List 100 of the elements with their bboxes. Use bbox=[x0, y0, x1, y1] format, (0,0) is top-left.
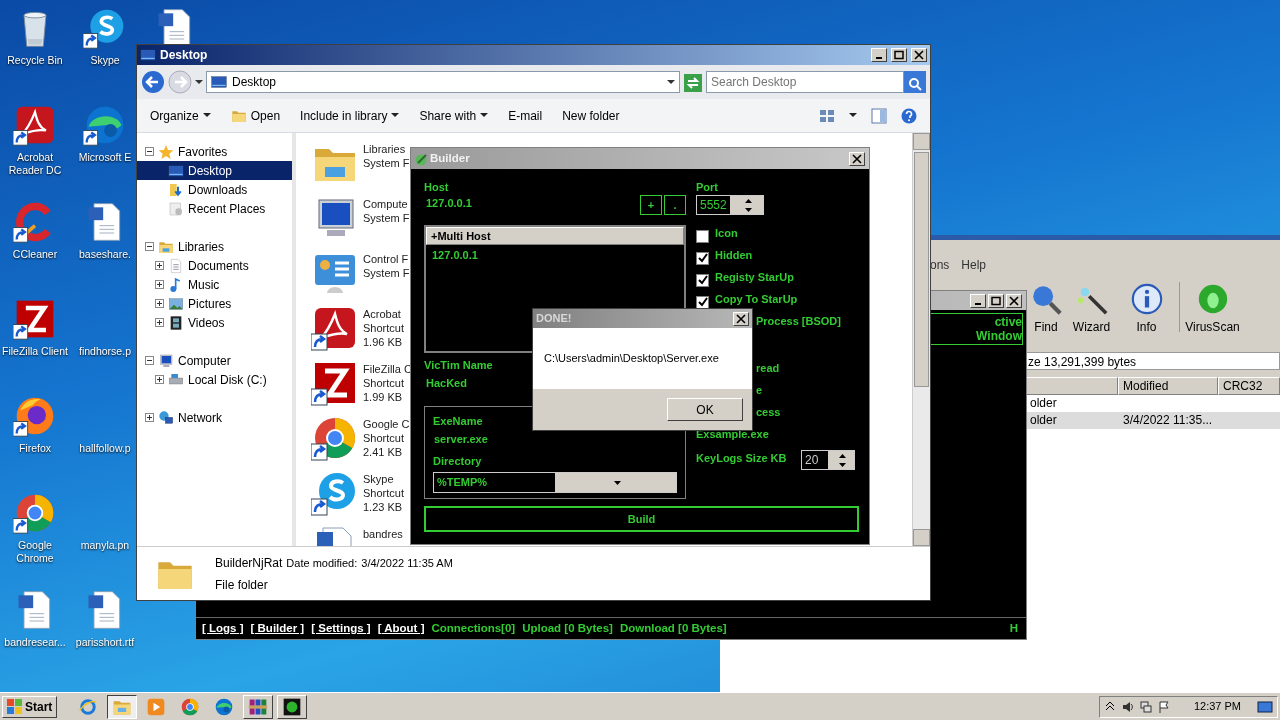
tray-button[interactable] bbox=[1121, 700, 1134, 713]
nav-link[interactable]: [ About ] bbox=[377, 619, 425, 638]
caret-icon bbox=[849, 113, 857, 118]
search-field[interactable]: Search Desktop bbox=[706, 71, 904, 93]
checkbox[interactable] bbox=[696, 295, 709, 309]
monitor-icon bbox=[1257, 699, 1273, 714]
caret-icon bbox=[667, 79, 675, 85]
checkbox[interactable] bbox=[696, 273, 709, 287]
column-header[interactable]: Modified bbox=[1118, 377, 1218, 395]
tree-item[interactable]: Desktop bbox=[137, 161, 292, 180]
option-label: Icon bbox=[715, 226, 738, 241]
file-name[interactable]: Compute System F bbox=[363, 194, 410, 249]
close-button[interactable] bbox=[911, 48, 927, 62]
file-name[interactable]: Google C Shortcut 2.41 KB bbox=[363, 414, 410, 469]
expand-icon[interactable] bbox=[155, 280, 164, 289]
maximize-button[interactable] bbox=[988, 293, 1004, 308]
toolbar-button[interactable]: Share with bbox=[414, 104, 494, 127]
close-button[interactable] bbox=[733, 311, 749, 326]
tree-item[interactable]: Documents bbox=[137, 256, 292, 275]
maximize-icon bbox=[893, 50, 905, 60]
host-button[interactable]: + bbox=[640, 195, 662, 215]
collapse-icon[interactable] bbox=[145, 242, 154, 251]
nav-link[interactable]: [ Builder ] bbox=[250, 619, 305, 638]
status-text: Download [0 Bytes] bbox=[619, 620, 727, 636]
toolbar-button[interactable]: Organize bbox=[145, 104, 216, 127]
down-arrow-icon[interactable] bbox=[839, 462, 846, 467]
tree-item[interactable]: Favorites bbox=[137, 142, 292, 161]
column-header[interactable]: CRC32 bbox=[1218, 377, 1280, 395]
minimize-button[interactable] bbox=[970, 293, 986, 308]
collapse-icon[interactable] bbox=[145, 147, 154, 156]
keylog-size-spinbox[interactable]: 20 bbox=[801, 450, 855, 470]
toolbar-button[interactable]: New folder bbox=[557, 104, 625, 127]
up-arrow-icon[interactable] bbox=[839, 453, 846, 458]
tree-item[interactable]: Pictures bbox=[137, 294, 292, 313]
tree-item[interactable]: Downloads bbox=[137, 180, 292, 199]
collapse-icon[interactable] bbox=[145, 356, 154, 365]
minimize-icon bbox=[876, 57, 882, 59]
toolbar-button[interactable]: Info bbox=[1119, 282, 1174, 336]
close-button[interactable] bbox=[849, 151, 865, 166]
ok-button[interactable]: OK bbox=[667, 398, 743, 421]
expand-icon[interactable] bbox=[145, 413, 154, 422]
file-name[interactable]: Acrobat Shortcut 1.96 KB bbox=[363, 304, 404, 359]
toolbar-button[interactable]: E-mail bbox=[503, 104, 548, 127]
menu-item[interactable]: ons bbox=[930, 256, 950, 278]
tree-item[interactable]: Network bbox=[137, 408, 292, 427]
scrollbar[interactable] bbox=[912, 133, 930, 546]
tray-button[interactable] bbox=[1157, 700, 1170, 713]
toolbar-button[interactable]: Open bbox=[225, 104, 286, 127]
documents-icon bbox=[168, 257, 184, 274]
search-button[interactable] bbox=[904, 71, 926, 93]
expand-icon[interactable] bbox=[155, 375, 164, 384]
tree-item[interactable]: Computer bbox=[137, 351, 292, 370]
address-bar[interactable]: Desktop bbox=[206, 71, 680, 93]
field-label: KeyLogs Size KB bbox=[696, 451, 787, 466]
checkbox[interactable] bbox=[696, 229, 709, 243]
option-label: e bbox=[756, 383, 763, 398]
minimize-button[interactable] bbox=[871, 48, 887, 62]
start-button[interactable]: Start bbox=[2, 695, 58, 718]
file-name[interactable]: Control F System F bbox=[363, 249, 410, 304]
tree-item[interactable]: Recent Places bbox=[137, 199, 292, 218]
close-button[interactable] bbox=[1006, 293, 1022, 308]
expand-icon[interactable] bbox=[155, 318, 164, 327]
nav-link[interactable]: [ Settings ] bbox=[311, 619, 371, 638]
maximize-button[interactable] bbox=[891, 48, 907, 62]
list-row[interactable]: 127.0.0.1 bbox=[426, 245, 684, 265]
nav-link[interactable]: [ Logs ] bbox=[202, 619, 244, 638]
back-button[interactable] bbox=[141, 69, 165, 95]
option-label: Copy To StarUp bbox=[715, 292, 798, 307]
directory-dropdown[interactable]: %TEMP% bbox=[433, 472, 677, 493]
checkbox[interactable] bbox=[696, 251, 709, 265]
down-arrow-icon[interactable] bbox=[744, 207, 752, 212]
column-header[interactable]: +Multi Host bbox=[426, 227, 684, 245]
windows-logo-icon bbox=[7, 699, 22, 714]
tree-item[interactable]: Videos bbox=[137, 313, 292, 332]
toolbar-button[interactable]: Find bbox=[1028, 282, 1064, 336]
file-name[interactable]: Libraries System F bbox=[363, 139, 410, 194]
field-label: ExeName bbox=[433, 414, 484, 429]
status-text: Upload [0 Bytes] bbox=[522, 620, 613, 636]
host-button[interactable]: . bbox=[664, 195, 686, 215]
tree-item[interactable]: Libraries bbox=[137, 237, 292, 256]
toolbar-button[interactable]: VirusScan bbox=[1185, 282, 1240, 336]
menu-item[interactable]: Help bbox=[961, 256, 987, 278]
tray-button[interactable] bbox=[1103, 700, 1116, 713]
up-arrow-icon[interactable] bbox=[744, 198, 752, 203]
port-spinbox[interactable]: 5552 bbox=[696, 195, 764, 215]
field-label: Date modified: bbox=[286, 555, 358, 571]
info-icon bbox=[1129, 282, 1164, 316]
clock[interactable]: 12:37 PM bbox=[1193, 698, 1241, 715]
toolbar-button[interactable]: Wizard bbox=[1064, 282, 1119, 336]
show-desktop-button[interactable] bbox=[1257, 699, 1273, 714]
build-button[interactable]: Build bbox=[424, 506, 859, 532]
toolbar-button[interactable]: Include in library bbox=[295, 104, 405, 127]
tree-item[interactable]: Local Disk (C:) bbox=[137, 370, 292, 389]
item-type: File folder bbox=[215, 576, 269, 594]
tree-item[interactable]: Music bbox=[137, 275, 292, 294]
file-name[interactable]: bandres bbox=[363, 524, 403, 546]
expand-icon[interactable] bbox=[155, 261, 164, 270]
file-name[interactable]: Skype Shortcut 1.23 KB bbox=[363, 469, 404, 524]
expand-icon[interactable] bbox=[155, 299, 164, 308]
taskbar-app[interactable] bbox=[107, 694, 138, 719]
